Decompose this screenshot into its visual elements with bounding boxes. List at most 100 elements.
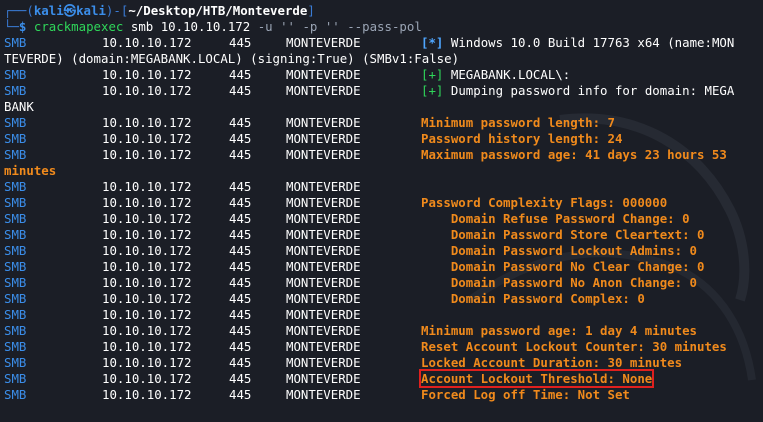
prompt-dollar: $ — [18, 19, 27, 34]
protocol-label: SMB — [4, 131, 27, 146]
hostname: MONTEVERDE — [286, 227, 361, 242]
hostname: MONTEVERDE — [286, 291, 361, 306]
message: Forced Log off Time: Not Set — [421, 387, 630, 403]
message: Domain Password No Clear Change: 0 — [421, 259, 705, 275]
port-number: 445 — [229, 355, 252, 370]
ip-address: 10.10.10.172 — [102, 243, 192, 258]
status-tag: [+] — [421, 67, 444, 82]
prompt-path: ~/Desktop/HTB/Monteverde — [128, 3, 308, 18]
port-number: 445 — [229, 211, 252, 226]
port-number: 445 — [229, 291, 252, 306]
protocol-label: SMB — [4, 115, 27, 130]
port-number: 445 — [229, 259, 252, 274]
output-row: SMB 10.10.10.172 445 MONTEVERDE Maximum pass… — [4, 147, 761, 163]
ip-address: 10.10.10.172 — [102, 35, 192, 50]
message: Reset Account Lockout Counter: 30 minute… — [421, 339, 727, 355]
message-text: Windows 10.0 Build 17763 x64 (name:MON — [450, 35, 735, 50]
hostname: MONTEVERDE — [286, 355, 361, 370]
output-row: SMB 10.10.10.172 445 MONTEVERDE Domain Pass… — [4, 227, 761, 243]
hostname: MONTEVERDE — [286, 275, 361, 290]
message: [+] Dumping password info for domain: ME… — [421, 83, 734, 99]
port-number: 445 — [229, 323, 252, 338]
ip-address: 10.10.10.172 — [102, 259, 192, 274]
ip-address: 10.10.10.172 — [102, 115, 192, 130]
hostname: MONTEVERDE — [286, 211, 361, 226]
output-row: SMB 10.10.10.172 445 MONTEVERDE Minimum pass… — [4, 115, 761, 131]
hostname: MONTEVERDE — [286, 339, 361, 354]
prompt-line: ┌──(kali㉿kali)-[~/Desktop/HTB/Monteverde… — [4, 3, 761, 19]
hostname: MONTEVERDE — [286, 323, 361, 338]
prompt-user: kali㉿kali — [33, 3, 106, 18]
port-number: 445 — [229, 179, 252, 194]
output-wrap-line: TEVERDE) (domain:MEGABANK.LOCAL) (signin… — [4, 51, 761, 67]
output-row: SMB 10.10.10.172 445 MONTEVERDE Reset Accoun… — [4, 339, 761, 355]
port-number: 445 — [229, 83, 252, 98]
message-text: Maximum password age: 41 days 23 hours 5… — [421, 147, 727, 162]
output-wrap-line: minutes — [4, 163, 761, 179]
protocol-label: SMB — [4, 307, 27, 322]
protocol-label: SMB — [4, 195, 27, 210]
protocol-label: SMB — [4, 355, 27, 370]
ip-address: 10.10.10.172 — [102, 371, 192, 386]
output-row: SMB 10.10.10.172 445 MONTEVERDE Locked Accou… — [4, 355, 761, 371]
ip-address: 10.10.10.172 — [102, 227, 192, 242]
hostname: MONTEVERDE — [286, 131, 361, 146]
hostname: MONTEVERDE — [286, 83, 361, 98]
message: [*] Windows 10.0 Build 17763 x64 (name:M… — [421, 35, 734, 51]
protocol-label: SMB — [4, 371, 27, 386]
protocol-label: SMB — [4, 227, 27, 242]
hostname: MONTEVERDE — [286, 387, 361, 402]
message-text: Domain Password No Clear Change: 0 — [421, 259, 705, 274]
port-number: 445 — [229, 115, 252, 130]
hostname: MONTEVERDE — [286, 243, 361, 258]
protocol-label: SMB — [4, 259, 27, 274]
message-text: Domain Refuse Password Change: 0 — [421, 211, 690, 226]
output-row: SMB 10.10.10.172 445 MONTEVERDE Domain Refu… — [4, 211, 761, 227]
output-row: SMB 10.10.10.172 445 MONTEVERDE Password Com… — [4, 195, 761, 211]
protocol-label: SMB — [4, 291, 27, 306]
port-number: 445 — [229, 307, 252, 322]
ip-address: 10.10.10.172 — [102, 355, 192, 370]
message: Minimum password age: 1 day 4 minutes — [421, 323, 697, 339]
hostname: MONTEVERDE — [286, 115, 361, 130]
command-line[interactable]: └─$ crackmapexec smb 10.10.10.172 -u '' … — [4, 19, 761, 35]
hostname: MONTEVERDE — [286, 67, 361, 82]
port-number: 445 — [229, 371, 252, 386]
terminal-output: ┌──(kali㉿kali)-[~/Desktop/HTB/Monteverde… — [4, 3, 761, 403]
message: Password Complexity Flags: 000000 — [421, 195, 667, 211]
message: Domain Password No Anon Change: 0 — [421, 275, 697, 291]
wrapped-text: minutes — [4, 163, 57, 178]
port-number: 445 — [229, 243, 252, 258]
output-row: SMB 10.10.10.172 445 MONTEVERDE [+] MEGABANK… — [4, 67, 761, 83]
protocol-label: SMB — [4, 387, 27, 402]
prompt-corner-bottom: └─ — [4, 19, 19, 34]
ip-address: 10.10.10.172 — [102, 339, 192, 354]
message-text: Password history length: 24 — [421, 131, 623, 146]
output-row: SMB 10.10.10.172 445 MONTEVERDE Domain Pass… — [4, 259, 761, 275]
message-text: Minimum password age: 1 day 4 minutes — [421, 323, 698, 338]
output-wrap-line: BANK — [4, 99, 761, 115]
output-row: SMB 10.10.10.172 445 MONTEVERDE Domain Pass… — [4, 275, 761, 291]
output-row: SMB 10.10.10.172 445 MONTEVERDE [+] Dumping … — [4, 83, 761, 99]
ip-address: 10.10.10.172 — [102, 211, 192, 226]
message: Minimum password length: 7 — [421, 115, 615, 131]
port-number: 445 — [229, 147, 252, 162]
status-tag: [*] — [421, 35, 444, 50]
ip-address: 10.10.10.172 — [102, 179, 192, 194]
message: Locked Account Duration: 30 minutes — [421, 355, 682, 371]
command-name: crackmapexec — [33, 19, 124, 34]
port-number: 445 — [229, 131, 252, 146]
port-number: 445 — [229, 339, 252, 354]
hostname: MONTEVERDE — [286, 179, 361, 194]
message-text: Domain Password Store Cleartext: 0 — [421, 227, 705, 242]
protocol-label: SMB — [4, 147, 27, 162]
protocol-label: SMB — [4, 339, 27, 354]
protocol-label: SMB — [4, 179, 27, 194]
message-text: Locked Account Duration: 30 minutes — [421, 355, 683, 370]
output-row: SMB 10.10.10.172 445 MONTEVERDE Forced Log o… — [4, 387, 761, 403]
protocol-label: SMB — [4, 67, 27, 82]
protocol-label: SMB — [4, 243, 27, 258]
hostname: MONTEVERDE — [286, 371, 361, 386]
output-row: SMB 10.10.10.172 445 MONTEVERDE Domain Pass… — [4, 243, 761, 259]
ip-address: 10.10.10.172 — [102, 195, 192, 210]
